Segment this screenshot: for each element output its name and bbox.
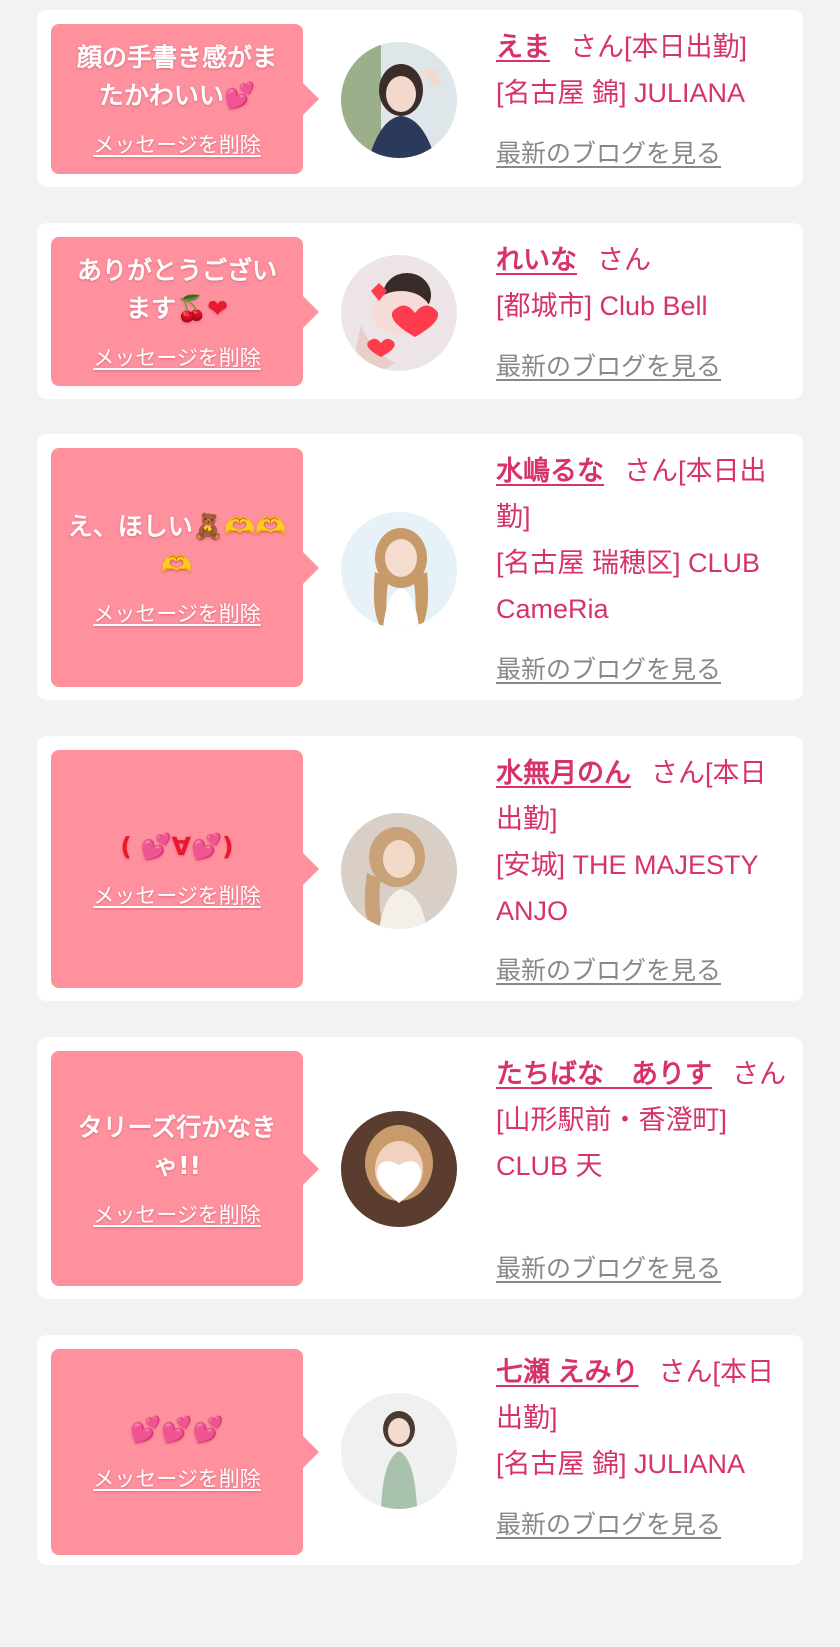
message-text: ありがとうございます🍒❤ [76, 255, 277, 323]
cast-info: 七瀬 えみり さん[本日出勤] [名古屋 錦] JULIANA [496, 1349, 787, 1487]
avatar[interactable] [341, 42, 457, 158]
shop-name: [名古屋 錦] JULIANA [496, 78, 746, 108]
cherry-heart-emoji: 🍒❤ [175, 293, 229, 323]
message-text: え、ほしい🧸🫶🫶🫶 [67, 511, 287, 579]
message-card: 💕💕💕 メッセージを削除 七瀬 えみり さん[本日出勤] [名古屋 錦] JULI… [37, 1335, 803, 1565]
message-bubble: タリーズ行かなきゃ!! メッセージを削除 [51, 1051, 319, 1286]
cast-name-link[interactable]: 水無月のん [496, 758, 631, 788]
delete-message-link[interactable]: メッセージを削除 [93, 1199, 261, 1229]
shop-name: [山形駅前・香澄町] CLUB 天 [496, 1105, 728, 1181]
shop-name: [安城] THE MAJESTY ANJO [496, 850, 759, 926]
message-bubble: え、ほしい🧸🫶🫶🫶 メッセージを削除 [51, 448, 319, 687]
delete-message-link[interactable]: メッセージを削除 [93, 598, 261, 628]
message-card: ( 💕∀💕) メッセージを削除 水無月のん さん[本日出勤] [安城] THE M… [37, 736, 803, 1001]
shop-name: [名古屋 瑞穂区] CLUB CameRia [496, 548, 761, 624]
message-bubble: 顔の手書き感がまたかわいい💕 メッセージを削除 [51, 24, 319, 174]
avatar[interactable] [341, 1393, 457, 1509]
message-text: 💕💕💕 [130, 1415, 224, 1444]
avatar[interactable] [341, 1111, 457, 1227]
message-card: 顔の手書き感がまたかわいい💕 メッセージを削除 えま さん[本日出勤] [名古屋 … [37, 10, 803, 187]
avatar[interactable] [341, 813, 457, 929]
cast-name-link[interactable]: 水嶋るな [496, 456, 604, 486]
latest-blog-link[interactable]: 最新のブログを見る [496, 650, 721, 686]
cast-info: 水嶋るな さん[本日出勤] [名古屋 瑞穂区] CLUB CameRia [496, 448, 787, 632]
avatar[interactable] [341, 255, 457, 371]
message-bubble: ありがとうございます🍒❤ メッセージを削除 [51, 237, 319, 386]
delete-message-link[interactable]: メッセージを削除 [93, 129, 261, 159]
honorific-status: さん[本日出勤] [570, 32, 748, 62]
cast-name-link[interactable]: えま [496, 32, 550, 62]
message-list: 顔の手書き感がまたかわいい💕 メッセージを削除 えま さん[本日出勤] [名古屋 … [0, 0, 840, 1647]
latest-blog-link[interactable]: 最新のブログを見る [496, 134, 721, 170]
message-bubble: ( 💕∀💕) メッセージを削除 [51, 750, 319, 988]
latest-blog-link[interactable]: 最新のブログを見る [496, 1249, 721, 1285]
latest-blog-link[interactable]: 最新のブログを見る [496, 1505, 721, 1541]
cast-info: えま さん[本日出勤] [名古屋 錦] JULIANA [496, 24, 787, 116]
cast-name-link[interactable]: たちばな ありす [496, 1059, 712, 1089]
cast-info: れいな さん [都城市] Club Bell [496, 237, 787, 329]
latest-blog-link[interactable]: 最新のブログを見る [496, 347, 721, 383]
heart-emoji: 💕 [223, 81, 256, 110]
shop-name: [都城市] Club Bell [496, 291, 708, 321]
message-text: ( 💕∀💕) [120, 832, 234, 861]
cast-name-link[interactable]: れいな [496, 245, 577, 275]
delete-message-link[interactable]: メッセージを削除 [93, 1463, 261, 1493]
cast-info: たちばな ありす さん [山形駅前・香澄町] CLUB 天 [496, 1051, 787, 1189]
cast-name-link[interactable]: 七瀬 えみり [496, 1357, 639, 1387]
delete-message-link[interactable]: メッセージを削除 [93, 880, 261, 910]
honorific-status: さん [597, 245, 651, 275]
message-text: 顔の手書き感がまたかわいい💕 [76, 43, 277, 110]
cast-info: 水無月のん さん[本日出勤] [安城] THE MAJESTY ANJO [496, 750, 787, 934]
honorific-status: さん [732, 1059, 786, 1089]
delete-message-link[interactable]: メッセージを削除 [93, 342, 261, 372]
message-card: え、ほしい🧸🫶🫶🫶 メッセージを削除 水嶋るな さん[本日出勤] [名古屋 瑞穂区… [37, 434, 803, 700]
message-card: ありがとうございます🍒❤ メッセージを削除 れいな さん [都城市] Club B… [37, 223, 803, 399]
avatar[interactable] [341, 512, 457, 628]
message-card: タリーズ行かなきゃ!! メッセージを削除 たちばな ありす さん [山形駅前・香澄… [37, 1037, 803, 1299]
latest-blog-link[interactable]: 最新のブログを見る [496, 951, 721, 987]
message-bubble: 💕💕💕 メッセージを削除 [51, 1349, 319, 1555]
shop-name: [名古屋 錦] JULIANA [496, 1449, 746, 1479]
message-text: タリーズ行かなきゃ!! [77, 1112, 277, 1180]
